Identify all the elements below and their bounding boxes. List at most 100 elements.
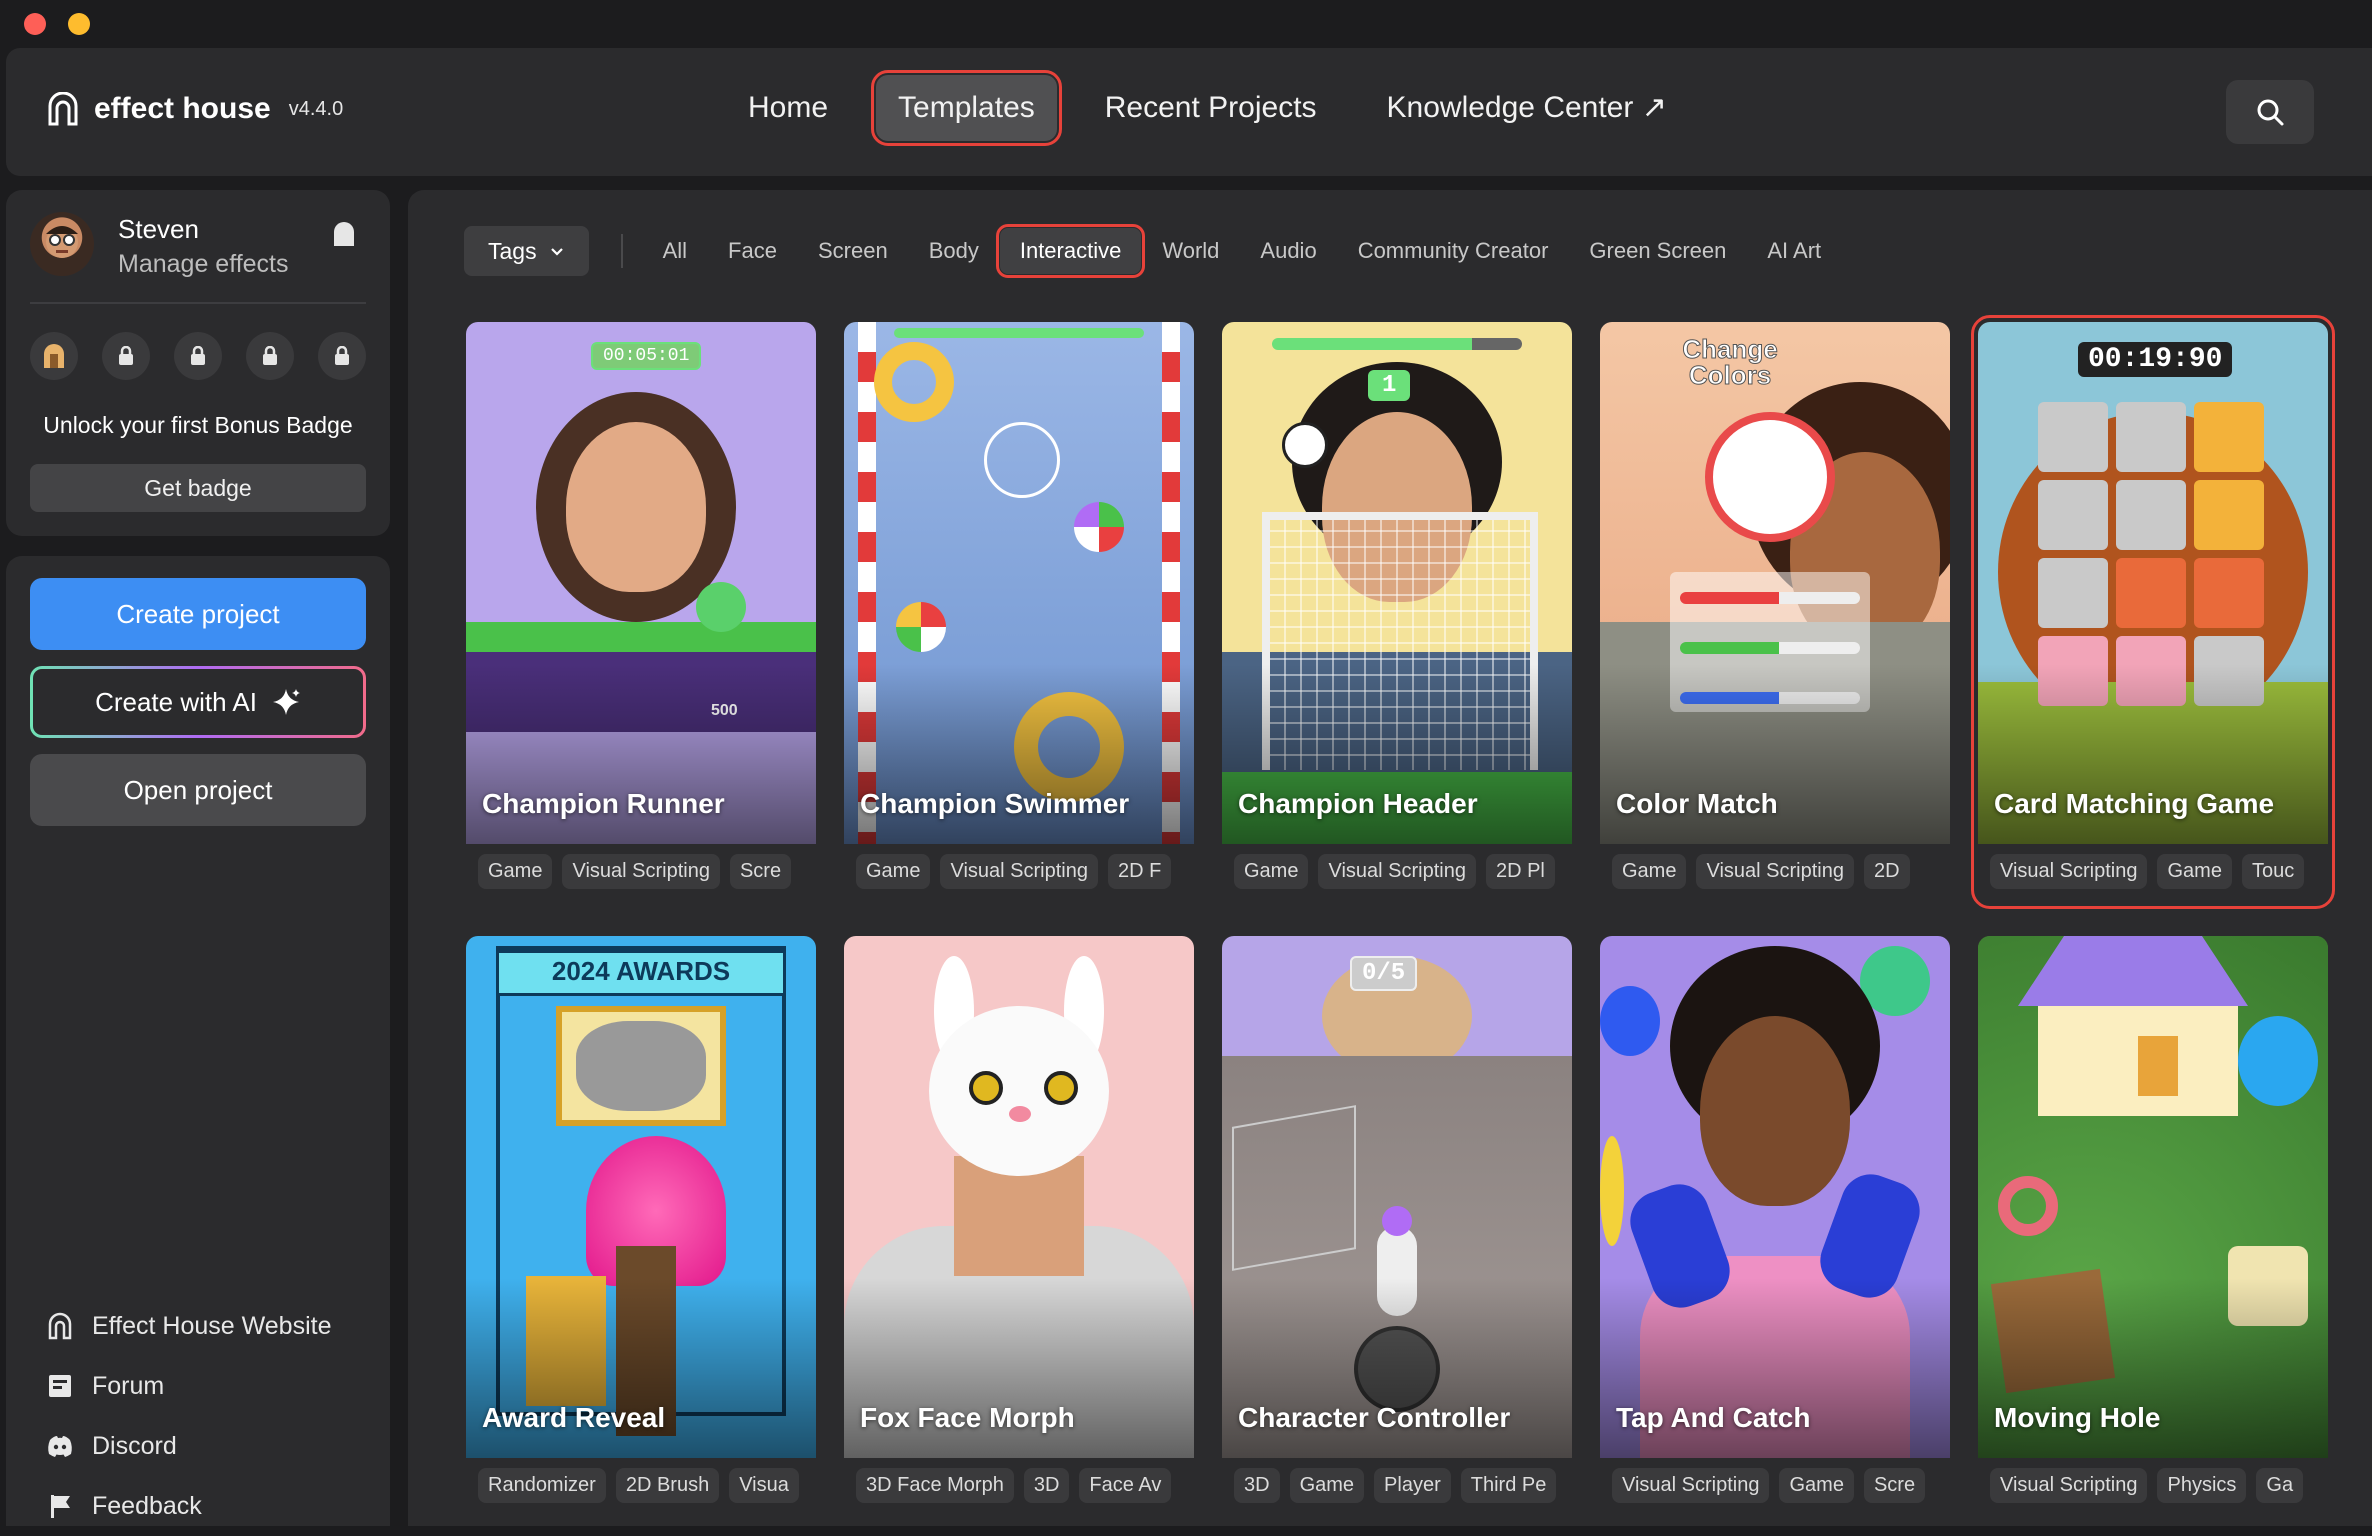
template-thumbnail: Change Colors Color Match bbox=[1600, 322, 1950, 844]
locked-badge-icon[interactable] bbox=[102, 332, 150, 380]
manage-effects-link[interactable]: Manage effects bbox=[118, 250, 288, 279]
nav-recent-projects[interactable]: Recent Projects bbox=[1083, 75, 1339, 141]
template-title: Color Match bbox=[1616, 788, 1778, 819]
filter-interactive[interactable]: Interactive bbox=[995, 224, 1146, 278]
open-project-button[interactable]: Open project bbox=[30, 754, 366, 826]
link-feedback[interactable]: Feedback bbox=[46, 1476, 331, 1536]
app-name: effect house bbox=[94, 92, 271, 125]
tag-chip: Visua bbox=[729, 1468, 799, 1503]
badge-list bbox=[30, 332, 366, 380]
chevron-down-icon bbox=[550, 248, 563, 256]
template-thumbnail: 1 Champion Header bbox=[1222, 322, 1572, 844]
create-project-button[interactable]: Create project bbox=[30, 578, 366, 650]
template-thumbnail: Fox Face Morph bbox=[844, 936, 1194, 1458]
forum-icon bbox=[49, 1375, 71, 1397]
tag-list: Visual Scripting Game Touc bbox=[1978, 854, 2328, 889]
tag-chip: Face Av bbox=[1079, 1468, 1172, 1503]
link-effect-house-website[interactable]: Effect House Website bbox=[46, 1296, 331, 1356]
template-card-color-match[interactable]: Change Colors Color Match Game Visual Sc… bbox=[1600, 322, 1950, 902]
filter-face[interactable]: Face bbox=[708, 228, 797, 274]
tag-chip: Game bbox=[1779, 1468, 1854, 1503]
title-overlay: Change Colors bbox=[1682, 334, 1778, 390]
template-thumbnail: Champion Swimmer bbox=[844, 322, 1194, 844]
tag-chip: Game bbox=[1612, 854, 1687, 889]
main-nav: Home Templates Recent Projects Knowledge… bbox=[726, 69, 1689, 146]
search-button[interactable] bbox=[2226, 80, 2314, 144]
template-card-character-controller[interactable]: 0/5 Character Controller 3D Game Player … bbox=[1222, 936, 1572, 1516]
nav-templates[interactable]: Templates bbox=[871, 69, 1062, 146]
tag-chip: Third Pe bbox=[1460, 1468, 1557, 1503]
template-card-fox-face-morph[interactable]: Fox Face Morph 3D Face Morph 3D Face Av bbox=[844, 936, 1194, 1516]
tag-list: Visual Scripting Game Scre bbox=[1600, 1468, 1950, 1503]
tag-list: Game Visual Scripting Scre bbox=[466, 854, 816, 889]
flag-icon bbox=[51, 1495, 70, 1518]
get-badge-button[interactable]: Get badge bbox=[30, 464, 366, 512]
template-card-card-matching-game[interactable]: 00:19:90 Card Matching Game Visual Scrip… bbox=[1971, 315, 2335, 909]
close-window-button[interactable] bbox=[24, 13, 46, 35]
tag-chip: 3D bbox=[1234, 1468, 1280, 1503]
tag-chip: Ga bbox=[2256, 1468, 2304, 1503]
tag-chip: Visual Scripting bbox=[940, 854, 1098, 889]
tag-chip: 3D Face Morph bbox=[856, 1468, 1014, 1503]
tag-list: Visual Scripting Physics Ga bbox=[1978, 1468, 2328, 1503]
tag-chip: Touc bbox=[2241, 854, 2305, 889]
link-label: Feedback bbox=[92, 1491, 202, 1520]
template-title: Fox Face Morph bbox=[860, 1402, 1075, 1433]
badge-unlocked-icon[interactable] bbox=[30, 332, 78, 380]
filter-green-screen[interactable]: Green Screen bbox=[1569, 228, 1746, 274]
template-card-award-reveal[interactable]: 2024 AWARDS Award Reveal Randomizer 2D B… bbox=[466, 936, 816, 1516]
avatar[interactable] bbox=[30, 212, 94, 276]
tag-chip: Visual Scripting bbox=[1318, 854, 1476, 889]
filter-screen[interactable]: Screen bbox=[798, 228, 908, 274]
template-thumbnail: Moving Hole bbox=[1978, 936, 2328, 1458]
template-title: Card Matching Game bbox=[1994, 788, 2275, 819]
link-discord[interactable]: Discord bbox=[46, 1416, 331, 1476]
template-title: Champion Runner bbox=[482, 788, 725, 819]
nav-home[interactable]: Home bbox=[726, 75, 850, 141]
tag-chip: Visual Scripting bbox=[1696, 854, 1854, 889]
filter-ai-art[interactable]: AI Art bbox=[1747, 228, 1841, 274]
locked-badge-icon[interactable] bbox=[174, 332, 222, 380]
template-card-champion-header[interactable]: 1 Champion Header Game Visual Scripting … bbox=[1222, 322, 1572, 902]
link-label: Discord bbox=[92, 1431, 177, 1460]
tag-chip: Physics bbox=[2157, 1468, 2247, 1503]
score-overlay: 1 bbox=[1368, 370, 1411, 401]
nav-knowledge-center[interactable]: Knowledge Center ↗ bbox=[1365, 74, 1689, 141]
tag-chip: Scre bbox=[729, 854, 792, 889]
tag-list: 3D Face Morph 3D Face Av bbox=[844, 1468, 1194, 1503]
window-titlebar bbox=[0, 0, 2372, 46]
template-card-champion-swimmer[interactable]: Champion Swimmer Game Visual Scripting 2… bbox=[844, 322, 1194, 902]
tag-chip: Visual Scripting bbox=[1612, 1468, 1770, 1503]
template-card-champion-runner[interactable]: 00:05:01 500 Champion Runner Game Visual… bbox=[466, 322, 816, 902]
filter-bar: Tags All Face Screen Body Interactive Wo… bbox=[464, 224, 1842, 278]
divider bbox=[620, 234, 623, 268]
template-thumbnail: 2024 AWARDS Award Reveal bbox=[466, 936, 816, 1458]
create-with-ai-button[interactable]: Create with AI bbox=[30, 666, 366, 738]
template-grid: 00:05:01 500 Champion Runner Game Visual… bbox=[466, 315, 2335, 1516]
timer-overlay: 00:19:90 bbox=[2078, 342, 2233, 377]
footer-links: Effect House Website Forum Discord Feedb… bbox=[46, 1296, 331, 1536]
app-logo[interactable]: effect house v4.4.0 bbox=[46, 92, 343, 126]
tag-chip: Game bbox=[2157, 854, 2232, 889]
effect-house-logo-icon bbox=[48, 92, 78, 126]
template-thumbnail: 00:05:01 500 Champion Runner bbox=[466, 322, 816, 844]
locked-badge-icon[interactable] bbox=[246, 332, 294, 380]
tag-list: Game Visual Scripting 2D F bbox=[844, 854, 1194, 889]
open-project-label: Open project bbox=[123, 774, 273, 805]
tags-dropdown[interactable]: Tags bbox=[464, 226, 589, 276]
link-forum[interactable]: Forum bbox=[46, 1356, 331, 1416]
template-card-tap-and-catch[interactable]: Tap And Catch Visual Scripting Game Scre bbox=[1600, 936, 1950, 1516]
filter-body[interactable]: Body bbox=[909, 228, 999, 274]
filter-all[interactable]: All bbox=[643, 228, 707, 274]
template-card-moving-hole[interactable]: Moving Hole Visual Scripting Physics Ga bbox=[1978, 936, 2328, 1516]
filter-audio[interactable]: Audio bbox=[1240, 228, 1336, 274]
minimize-window-button[interactable] bbox=[68, 13, 90, 35]
filter-community-creator[interactable]: Community Creator bbox=[1338, 228, 1569, 274]
tag-chip: Game bbox=[1289, 1468, 1365, 1503]
filter-world[interactable]: World bbox=[1142, 228, 1239, 274]
locked-badge-icon[interactable] bbox=[318, 332, 366, 380]
link-label: Effect House Website bbox=[92, 1311, 332, 1340]
template-title: Character Controller bbox=[1238, 1402, 1511, 1433]
template-title: Champion Header bbox=[1238, 788, 1478, 819]
search-icon bbox=[2257, 99, 2284, 126]
